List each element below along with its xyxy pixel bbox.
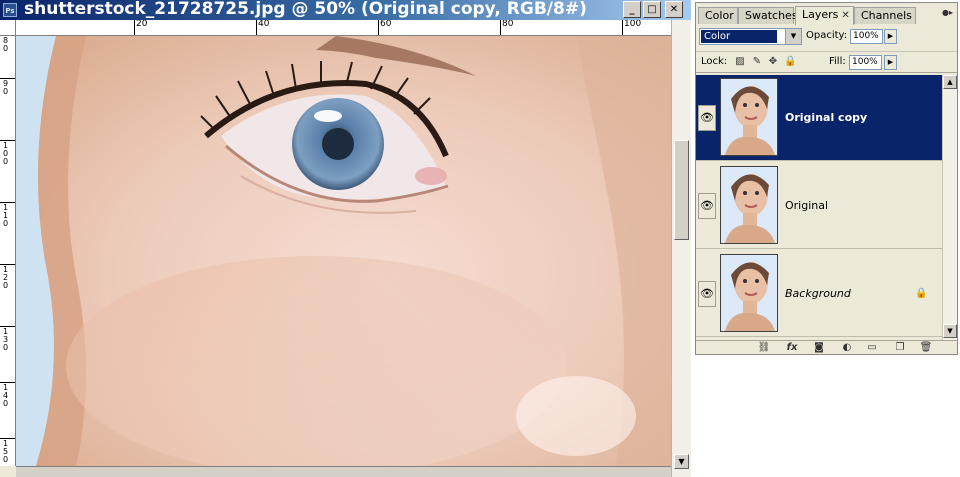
lock-transparency-icon[interactable]: ▨ bbox=[734, 56, 746, 68]
horizontal-ruler[interactable]: 20 40 60 80 100 bbox=[16, 20, 671, 36]
ruler-tick: 1 5 0 bbox=[0, 438, 15, 466]
fill-field[interactable]: 100% bbox=[849, 55, 882, 70]
trash-icon[interactable]: 🗑 bbox=[918, 341, 934, 354]
fx-icon[interactable]: fx bbox=[784, 341, 800, 354]
ruler-tick: 8 0 bbox=[0, 36, 15, 76]
vertical-ruler[interactable]: 8 0 9 0 1 0 0 1 1 0 1 2 0 1 3 0 1 4 0 1 … bbox=[0, 36, 16, 466]
layer-row-original[interactable]: 👁 Original bbox=[696, 163, 942, 249]
mask-icon[interactable]: ◙ bbox=[811, 341, 827, 354]
lock-row: Lock: ▨ ✎ ✥ 🔒 Fill: 100% ▶ bbox=[696, 51, 957, 73]
document-vertical-scrollbar[interactable]: ▼ bbox=[671, 20, 691, 477]
opacity-arrow-icon[interactable]: ▶ bbox=[884, 29, 897, 44]
lock-icon: 🔒 bbox=[915, 288, 928, 299]
ruler-tick: 1 3 0 bbox=[0, 326, 15, 367]
chevron-down-icon[interactable]: ▼ bbox=[785, 29, 801, 44]
layer-thumbnail bbox=[720, 254, 778, 332]
scroll-down-arrow-icon[interactable]: ▼ bbox=[674, 454, 689, 469]
blend-mode-value: Color bbox=[701, 30, 777, 43]
palette-bottom-bar: ⛓ fx ◙ ◐ ▭ ❐ 🗑 bbox=[696, 340, 957, 354]
fill-arrow-icon[interactable]: ▶ bbox=[884, 55, 897, 70]
eye-icon[interactable]: 👁 bbox=[698, 105, 716, 131]
scrollbar-thumb[interactable] bbox=[674, 140, 689, 240]
document-status-bar bbox=[16, 466, 671, 477]
layer-thumbnail bbox=[720, 78, 778, 156]
opacity-field[interactable]: 100% bbox=[850, 29, 883, 44]
ruler-tick: 20 bbox=[134, 20, 147, 35]
scroll-up-arrow-icon[interactable]: ▲ bbox=[943, 75, 957, 89]
ruler-origin[interactable] bbox=[0, 20, 16, 36]
adjustment-icon[interactable]: ◐ bbox=[839, 341, 855, 354]
layer-list-scrollbar[interactable]: ▲ ▼ bbox=[942, 75, 957, 340]
new-layer-icon[interactable]: ❐ bbox=[892, 341, 908, 354]
tab-color[interactable]: Color bbox=[698, 7, 738, 24]
image-canvas[interactable] bbox=[16, 36, 671, 466]
close-tab-icon[interactable]: ✕ bbox=[841, 10, 849, 21]
document-title-bar[interactable]: Ps shutterstock_21728725.jpg @ 50% (Orig… bbox=[0, 0, 691, 20]
blend-row: Color ▼ Opacity: 100% ▶ bbox=[696, 27, 957, 49]
ruler-tick: 100 bbox=[622, 20, 641, 35]
layer-thumbnail bbox=[720, 166, 778, 244]
lock-pixels-icon[interactable]: ✎ bbox=[751, 56, 763, 68]
layer-name[interactable]: Original bbox=[785, 199, 828, 213]
document-window: Ps shutterstock_21728725.jpg @ 50% (Orig… bbox=[0, 0, 691, 477]
layer-row-original-copy[interactable]: 👁 Original copy bbox=[696, 75, 942, 161]
maximize-button[interactable]: □ bbox=[643, 1, 661, 18]
eye-icon[interactable]: 👁 bbox=[698, 281, 716, 307]
eye-icon[interactable]: 👁 bbox=[698, 193, 716, 219]
ruler-tick: 80 bbox=[500, 20, 513, 35]
minimize-button[interactable]: _ bbox=[623, 1, 641, 18]
ruler-tick: 40 bbox=[256, 20, 269, 35]
ruler-tick: 1 2 0 bbox=[0, 264, 15, 305]
tab-layers[interactable]: Layers ✕ bbox=[795, 6, 854, 25]
ruler-tick: 9 0 bbox=[0, 78, 15, 119]
lock-all-icon[interactable]: 🔒 bbox=[784, 56, 796, 68]
layer-list: 👁 Original copy 👁 Original 👁 Background … bbox=[696, 75, 942, 340]
tab-swatches[interactable]: Swatches bbox=[738, 7, 798, 24]
layer-name[interactable]: Background bbox=[785, 287, 851, 301]
palette-tabs: Color Swatches Layers ✕ Channels ●▸ bbox=[696, 5, 957, 25]
lock-position-icon[interactable]: ✥ bbox=[767, 56, 779, 68]
photoshop-icon: Ps bbox=[3, 3, 17, 17]
close-button[interactable]: ✕ bbox=[665, 1, 683, 18]
lock-label: Lock: bbox=[701, 56, 728, 67]
tab-channels[interactable]: Channels bbox=[854, 7, 916, 24]
ruler-tick: 1 0 0 bbox=[0, 140, 15, 181]
layers-palette: Color Swatches Layers ✕ Channels ●▸ Color… bbox=[695, 2, 958, 355]
blend-mode-select[interactable]: Color ▼ bbox=[699, 28, 802, 45]
ruler-tick: 60 bbox=[378, 20, 391, 35]
palette-menu-icon[interactable]: ●▸ bbox=[942, 8, 953, 17]
folder-icon[interactable]: ▭ bbox=[864, 341, 880, 354]
ruler-tick: 1 1 0 bbox=[0, 202, 15, 243]
document-title: shutterstock_21728725.jpg @ 50% (Origina… bbox=[24, 0, 587, 19]
ruler-tick: 1 4 0 bbox=[0, 382, 15, 423]
scroll-down-arrow-icon[interactable]: ▼ bbox=[943, 324, 957, 338]
opacity-label: Opacity: bbox=[806, 30, 848, 41]
link-icon[interactable]: ⛓ bbox=[756, 341, 772, 354]
fill-label: Fill: bbox=[829, 56, 846, 67]
face-photo bbox=[16, 36, 671, 466]
layer-row-background[interactable]: 👁 Background 🔒 bbox=[696, 251, 942, 337]
layer-name[interactable]: Original copy bbox=[785, 111, 867, 125]
